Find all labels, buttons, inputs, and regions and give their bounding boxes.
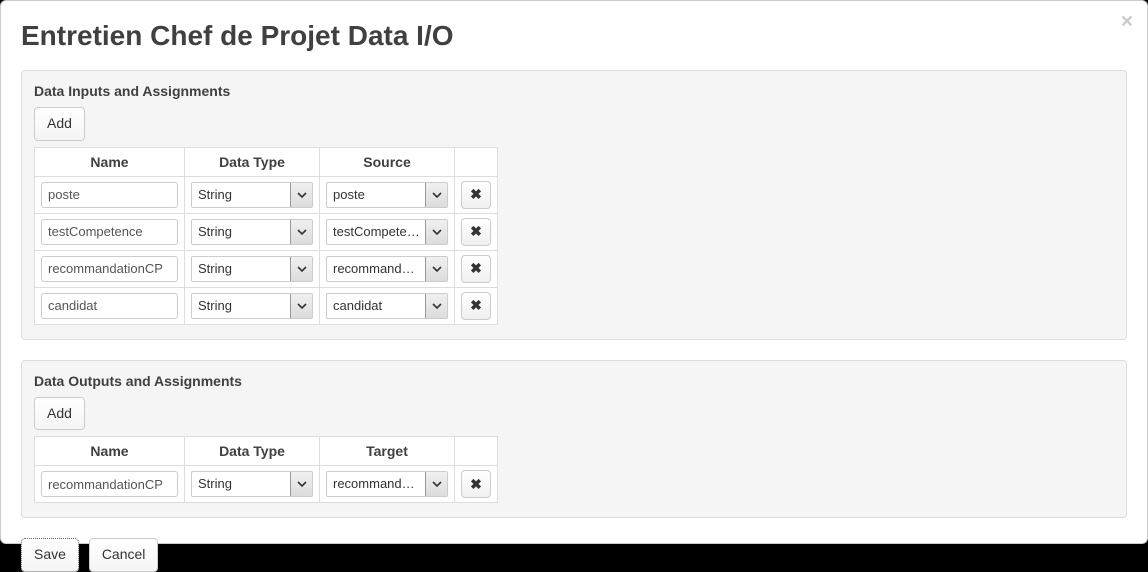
chevron-down-icon xyxy=(290,472,312,496)
add-output-button[interactable]: Add xyxy=(34,397,85,431)
input-source-select[interactable]: testCompetence xyxy=(326,219,448,245)
dialog-footer: Save Cancel xyxy=(21,538,1127,572)
inputs-table: Name Data Type Source String xyxy=(34,147,498,325)
delete-row-button[interactable]: ✖ xyxy=(461,292,491,320)
chevron-down-icon xyxy=(425,294,447,318)
chevron-down-icon xyxy=(290,220,312,244)
input-type-select[interactable]: String xyxy=(191,293,313,319)
add-input-button[interactable]: Add xyxy=(34,107,85,141)
chevron-down-icon xyxy=(290,294,312,318)
output-target-select[interactable]: recommandationCP xyxy=(326,471,448,497)
inputs-col-name: Name xyxy=(35,147,185,176)
inputs-panel: Data Inputs and Assignments Add Name Dat… xyxy=(21,70,1127,340)
select-value: String xyxy=(198,220,286,244)
select-value: poste xyxy=(333,183,421,207)
select-value: testCompetence xyxy=(333,220,421,244)
outputs-table: Name Data Type Target String xyxy=(34,436,498,503)
delete-row-button[interactable]: ✖ xyxy=(461,470,491,498)
outputs-panel-title: Data Outputs and Assignments xyxy=(34,373,1114,389)
chevron-down-icon xyxy=(425,183,447,207)
delete-row-button[interactable]: ✖ xyxy=(461,255,491,283)
outputs-col-delete xyxy=(455,437,498,466)
input-type-select[interactable]: String xyxy=(191,219,313,245)
chevron-down-icon xyxy=(425,220,447,244)
outputs-col-target: Target xyxy=(320,437,455,466)
select-value: String xyxy=(198,294,286,318)
outputs-col-type: Data Type xyxy=(185,437,320,466)
input-name-field[interactable] xyxy=(41,256,178,282)
select-value: candidat xyxy=(333,294,421,318)
cancel-button[interactable]: Cancel xyxy=(89,538,159,572)
chevron-down-icon xyxy=(425,257,447,281)
table-row: String testCompetence xyxy=(35,213,498,250)
outputs-col-name: Name xyxy=(35,437,185,466)
input-name-field[interactable] xyxy=(41,219,178,245)
select-value: recommandationCP xyxy=(333,472,421,496)
input-source-select[interactable]: poste xyxy=(326,182,448,208)
delete-row-button[interactable]: ✖ xyxy=(461,218,491,246)
table-row: String poste xyxy=(35,176,498,213)
output-type-select[interactable]: String xyxy=(191,471,313,497)
input-source-select[interactable]: recommandationCP xyxy=(326,256,448,282)
inputs-col-source: Source xyxy=(320,147,455,176)
input-name-field[interactable] xyxy=(41,182,178,208)
close-icon[interactable]: × xyxy=(1121,11,1133,32)
table-row: String recommandationCP xyxy=(35,250,498,287)
inputs-col-delete xyxy=(455,147,498,176)
input-type-select[interactable]: String xyxy=(191,182,313,208)
output-name-field[interactable] xyxy=(41,471,178,497)
select-value: recommandationCP xyxy=(333,257,421,281)
select-value: String xyxy=(198,472,286,496)
inputs-col-type: Data Type xyxy=(185,147,320,176)
inputs-panel-title: Data Inputs and Assignments xyxy=(34,83,1114,99)
select-value: String xyxy=(198,257,286,281)
chevron-down-icon xyxy=(425,472,447,496)
chevron-down-icon xyxy=(290,257,312,281)
chevron-down-icon xyxy=(290,183,312,207)
page-title: Entretien Chef de Projet Data I/O xyxy=(21,20,1127,52)
delete-row-button[interactable]: ✖ xyxy=(461,181,491,209)
select-value: String xyxy=(198,183,286,207)
outputs-panel: Data Outputs and Assignments Add Name Da… xyxy=(21,360,1127,519)
input-name-field[interactable] xyxy=(41,293,178,319)
input-source-select[interactable]: candidat xyxy=(326,293,448,319)
table-row: String recommandationCP xyxy=(35,466,498,503)
save-button[interactable]: Save xyxy=(21,538,79,572)
io-dialog: × Entretien Chef de Projet Data I/O Data… xyxy=(0,0,1148,544)
input-type-select[interactable]: String xyxy=(191,256,313,282)
table-row: String candidat xyxy=(35,287,498,324)
